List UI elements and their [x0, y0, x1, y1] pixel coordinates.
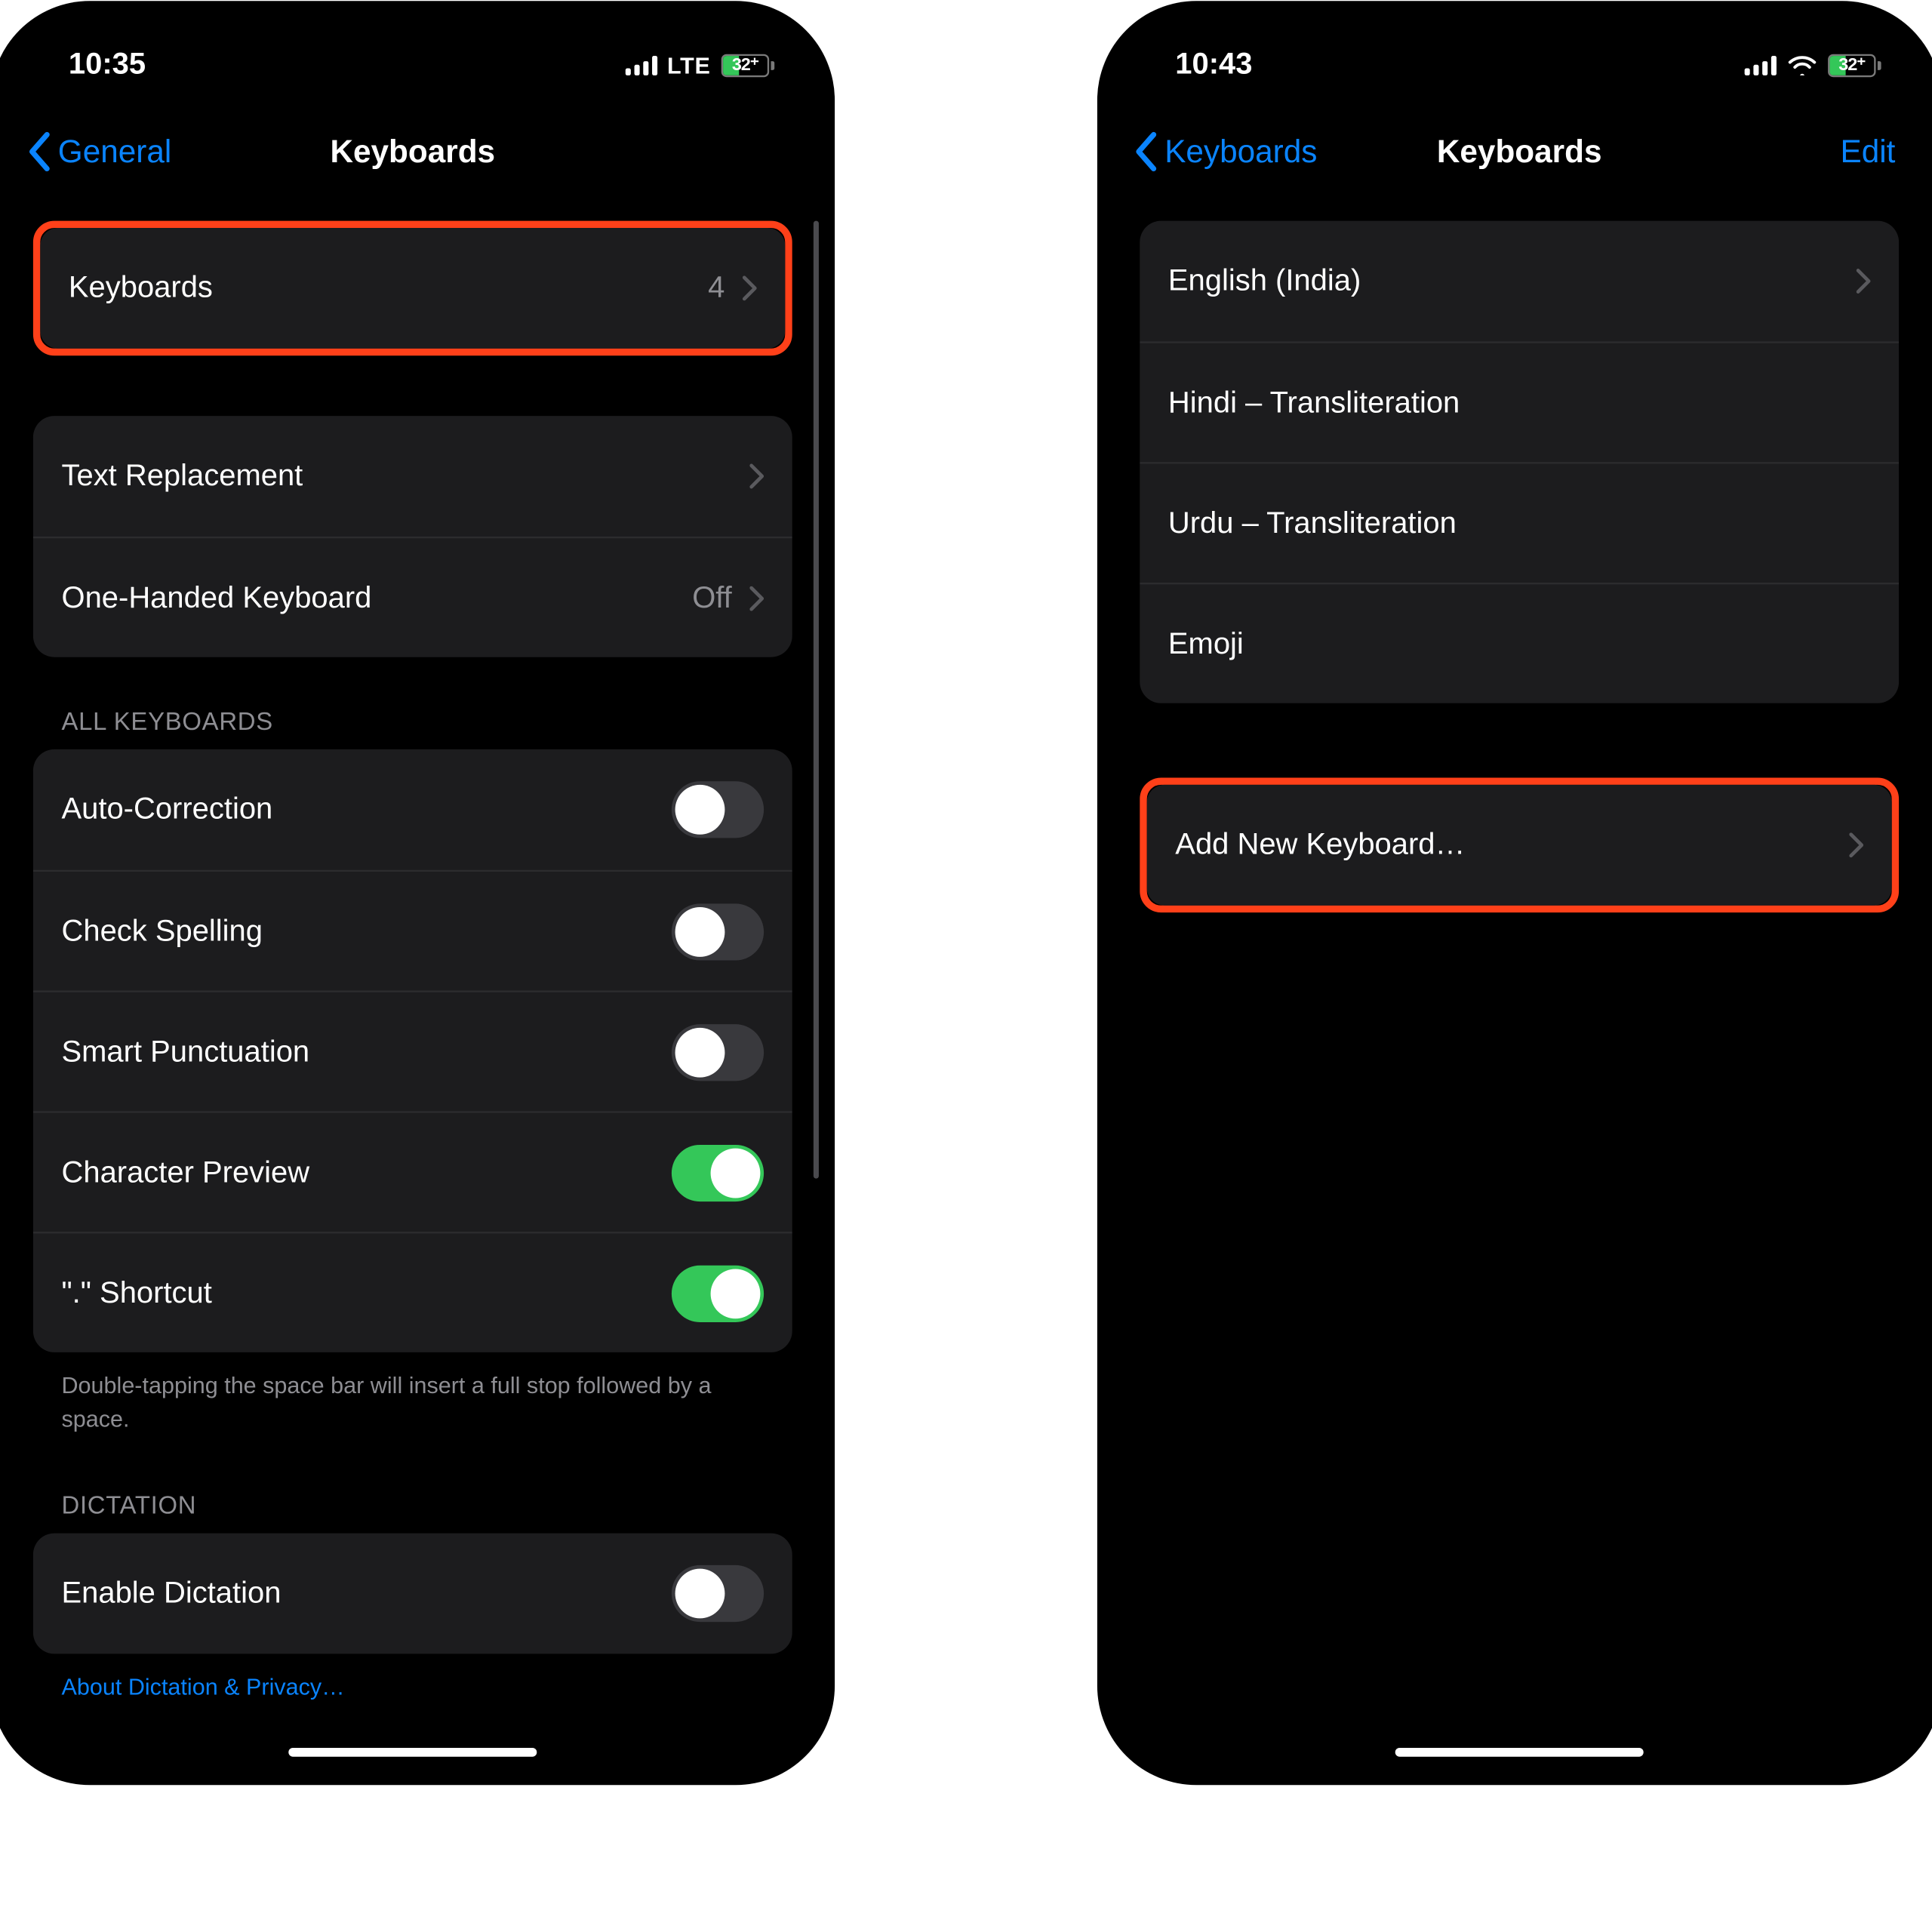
status-time: 10:43 — [1175, 47, 1252, 82]
page-title: Keyboards — [1437, 133, 1602, 170]
content-area: Keyboards 4 Text Replacement — [5, 207, 820, 1767]
all-keyboards-header: All Keyboards — [62, 706, 764, 735]
one-handed-label: One-Handed Keyboard — [62, 580, 693, 615]
chevron-right-icon — [749, 464, 764, 489]
nav-bar: General Keyboards — [5, 111, 820, 192]
check-spelling-row[interactable]: Check Spelling — [33, 870, 792, 991]
back-button[interactable]: General — [19, 131, 171, 173]
auto-correction-label: Auto-Correction — [62, 792, 672, 827]
chevron-right-icon — [749, 586, 764, 611]
chevron-right-icon — [1849, 832, 1863, 857]
dictation-header: Dictation — [62, 1490, 764, 1518]
keyboard-label: Urdu – Transliteration — [1168, 506, 1871, 541]
shortcut-footer: Double-tapping the space bar will insert… — [62, 1370, 764, 1437]
text-replacement-label: Text Replacement — [62, 459, 750, 494]
wifi-icon — [1787, 54, 1817, 75]
highlight-add-keyboard: Add New Keyboard… — [1140, 778, 1899, 913]
keyboard-label: Hindi – Transliteration — [1168, 385, 1871, 420]
group-dictation: Enable Dictation — [33, 1533, 792, 1654]
group-keyboard-list: English (India) Hindi – Transliteration … — [1140, 221, 1899, 703]
phone-keyboards-list: 10:43 32⁺ Keyboards Keyboards Edi — [1112, 15, 1927, 1771]
smart-punctuation-row[interactable]: Smart Punctuation — [33, 991, 792, 1112]
edit-button[interactable]: Edit — [1840, 133, 1895, 170]
one-handed-value: Off — [692, 580, 732, 615]
keyboards-row-label: Keyboards — [69, 270, 708, 306]
keyboard-row-hindi[interactable]: Hindi – Transliteration — [1140, 341, 1899, 462]
battery-icon: 32⁺ — [1828, 54, 1881, 77]
cellular-signal-icon — [1745, 54, 1777, 75]
one-handed-row[interactable]: One-Handed Keyboard Off — [33, 537, 792, 657]
text-replacement-row[interactable]: Text Replacement — [33, 416, 792, 537]
keyboard-label: Emoji — [1168, 626, 1871, 662]
check-spelling-toggle[interactable] — [672, 903, 764, 959]
shortcut-toggle[interactable] — [672, 1265, 764, 1321]
shortcut-row[interactable]: "." Shortcut — [33, 1232, 792, 1352]
back-label: Keyboards — [1164, 133, 1317, 170]
cellular-signal-icon — [625, 54, 657, 75]
add-keyboard-row[interactable]: Add New Keyboard… — [1147, 785, 1892, 906]
enable-dictation-label: Enable Dictation — [62, 1575, 672, 1611]
home-indicator[interactable] — [288, 1748, 537, 1757]
phone-keyboards-settings: 10:35 LTE 32⁺ General Keyboards — [5, 15, 820, 1771]
keyboard-label: English (India) — [1168, 263, 1857, 299]
home-indicator[interactable] — [1395, 1748, 1644, 1757]
page-title: Keyboards — [330, 133, 495, 170]
add-keyboard-label: Add New Keyboard… — [1175, 827, 1849, 863]
battery-icon: 32⁺ — [721, 54, 774, 77]
smart-punctuation-label: Smart Punctuation — [62, 1034, 672, 1069]
keyboard-row-emoji[interactable]: Emoji — [1140, 583, 1899, 703]
character-preview-toggle[interactable] — [672, 1144, 764, 1201]
chevron-right-icon — [743, 275, 757, 300]
scroll-indicator[interactable] — [814, 221, 819, 1179]
group-all-keyboards: Auto-Correction Check Spelling Smart Pun… — [33, 749, 792, 1352]
auto-correction-row[interactable]: Auto-Correction — [33, 749, 792, 870]
network-label: LTE — [667, 51, 711, 78]
status-right: 32⁺ — [1745, 54, 1881, 77]
status-bar: 10:43 32⁺ — [1112, 15, 1927, 97]
back-label: General — [58, 133, 172, 170]
chevron-left-icon — [19, 131, 58, 173]
status-right: LTE 32⁺ — [625, 51, 775, 78]
auto-correction-toggle[interactable] — [672, 781, 764, 838]
content-area: English (India) Hindi – Transliteration … — [1112, 207, 1927, 1767]
keyboard-row-english[interactable]: English (India) — [1140, 221, 1899, 342]
enable-dictation-row[interactable]: Enable Dictation — [33, 1533, 792, 1654]
enable-dictation-toggle[interactable] — [672, 1564, 764, 1621]
character-preview-label: Character Preview — [62, 1155, 672, 1190]
keyboards-count: 4 — [708, 270, 724, 306]
shortcut-label: "." Shortcut — [62, 1275, 672, 1311]
chevron-right-icon — [1857, 269, 1871, 294]
check-spelling-label: Check Spelling — [62, 913, 672, 949]
smart-punctuation-toggle[interactable] — [672, 1023, 764, 1080]
keyboards-row[interactable]: Keyboards 4 — [40, 228, 785, 349]
back-button[interactable]: Keyboards — [1126, 131, 1318, 173]
about-dictation-link[interactable]: About Dictation & Privacy… — [62, 1671, 764, 1704]
keyboard-row-urdu[interactable]: Urdu – Transliteration — [1140, 462, 1899, 583]
highlight-keyboards-row: Keyboards 4 — [33, 221, 792, 356]
status-bar: 10:35 LTE 32⁺ — [5, 15, 820, 97]
nav-bar: Keyboards Keyboards Edit — [1112, 111, 1927, 192]
chevron-left-icon — [1126, 131, 1165, 173]
status-time: 10:35 — [69, 47, 146, 82]
character-preview-row[interactable]: Character Preview — [33, 1111, 792, 1232]
group-keyboard-options: Text Replacement One-Handed Keyboard Off — [33, 416, 792, 657]
